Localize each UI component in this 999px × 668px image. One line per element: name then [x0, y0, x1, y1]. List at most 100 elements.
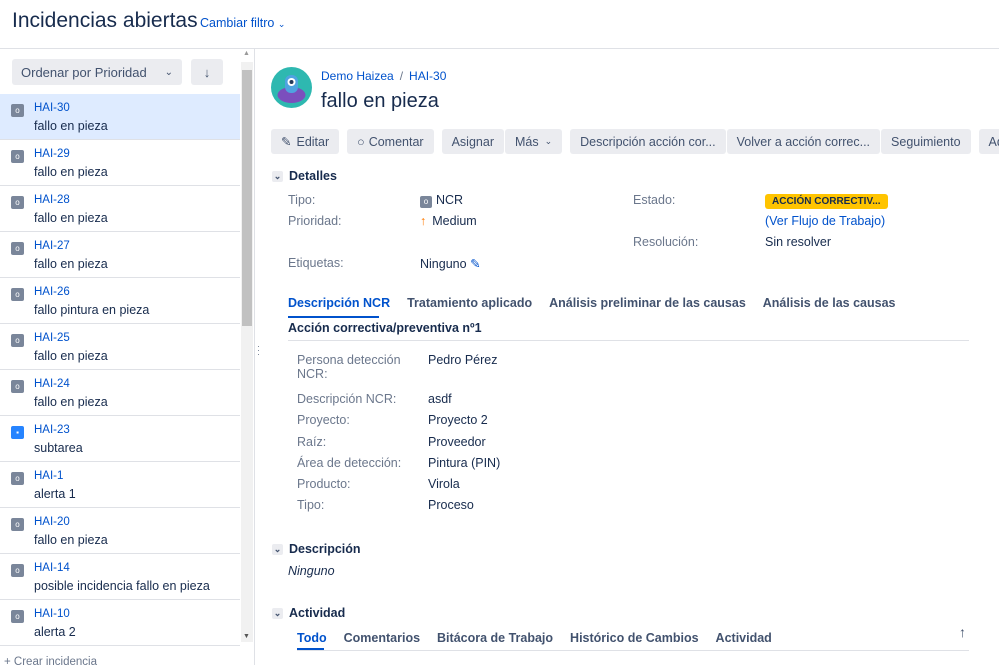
sort-direction-button[interactable]: ↓: [191, 59, 223, 85]
tab-3[interactable]: Análisis de las causas: [763, 296, 896, 310]
project-avatar: [271, 67, 312, 108]
issue-key[interactable]: HAI-20: [34, 516, 70, 528]
issue-key[interactable]: HAI-29: [34, 148, 70, 160]
tab-2[interactable]: Análisis preliminar de las causas: [549, 296, 746, 310]
issue-list-item[interactable]: o HAI-26 fallo pintura en pieza: [0, 278, 240, 324]
resolution-label: Resolución:: [633, 235, 699, 249]
more-button[interactable]: Más ⌄: [504, 129, 563, 154]
field-label: Tipo:: [297, 498, 325, 513]
activity-tab-2[interactable]: Bitácora de Trabajo: [437, 631, 553, 645]
field-row: Proyecto: Proyecto 2: [297, 413, 697, 434]
issue-summary: alerta 1: [34, 487, 76, 501]
breadcrumb-separator: /: [399, 69, 404, 83]
chevron-down-icon: ⌄: [272, 607, 283, 619]
issue-list-item[interactable]: o HAI-25 fallo en pieza: [0, 324, 240, 370]
issue-summary: fallo en pieza: [34, 165, 108, 179]
edit-button[interactable]: ✎ Editar: [271, 129, 340, 154]
assign-button[interactable]: Asignar: [441, 129, 504, 154]
issue-key[interactable]: HAI-27: [34, 240, 70, 252]
tab-1[interactable]: Tratamiento aplicado: [407, 296, 532, 310]
scroll-up-icon[interactable]: ▲: [243, 50, 250, 57]
subtask-icon: ▪: [11, 426, 24, 439]
activity-tab-4[interactable]: Actividad: [716, 631, 772, 645]
field-label: Producto:: [297, 477, 351, 492]
chevron-down-icon: ⌄: [272, 543, 283, 555]
issue-list-item[interactable]: o HAI-29 fallo en pieza: [0, 140, 240, 186]
field-row: Tipo: Proceso: [297, 498, 697, 519]
transition-button-descripcion[interactable]: Descripción acción cor...: [570, 129, 726, 154]
priority-label: Prioridad:: [288, 214, 342, 228]
resize-handle[interactable]: · · ·: [257, 342, 260, 359]
create-issue-link[interactable]: + Crear incidencia: [4, 656, 97, 668]
issue-key[interactable]: HAI-14: [34, 562, 70, 574]
details-section-toggle[interactable]: ⌄ Detalles: [272, 169, 337, 183]
subheading: Acción correctiva/preventiva nº1: [288, 321, 482, 335]
issue-list: o HAI-30 fallo en pieza o HAI-29 fallo en pie…: [0, 94, 240, 646]
ncr-icon: o: [11, 564, 24, 577]
issue-summary: fallo en pieza: [34, 119, 108, 133]
issue-list-item[interactable]: o HAI-14 posible incidencia fallo en pieza: [0, 554, 240, 600]
issue-key[interactable]: HAI-28: [34, 194, 70, 206]
issue-key[interactable]: HAI-30: [34, 102, 70, 114]
issue-key[interactable]: HAI-26: [34, 286, 70, 298]
issue-key[interactable]: HAI-25: [34, 332, 70, 344]
change-filter-link[interactable]: Cambiar filtro ⌄: [200, 16, 285, 30]
issue-summary: fallo en pieza: [34, 257, 108, 271]
arrow-down-icon: ↓: [203, 64, 211, 80]
issue-toolbar: ✎ Editar ○ Comentar Asignar Más ⌄ Descripció…: [271, 129, 999, 154]
type-value: o NCR: [420, 193, 463, 208]
sort-order-arrow-up-icon[interactable]: ↑: [959, 624, 966, 640]
ncr-icon: o: [11, 380, 24, 393]
issue-summary: fallo pintura en pieza: [34, 303, 150, 317]
issue-summary: fallo en pieza: [34, 349, 108, 363]
chevron-down-icon: ⌄: [544, 136, 553, 146]
issue-key[interactable]: HAI-10: [34, 608, 70, 620]
description-section-toggle[interactable]: ⌄ Descripción: [272, 542, 361, 556]
transition-button-seguimiento[interactable]: Seguimiento: [881, 129, 971, 154]
issue-list-item[interactable]: o HAI-1 alerta 1: [0, 462, 240, 508]
custom-fields: Persona detección NCR: Pedro Pérez Descrip…: [297, 353, 697, 520]
ncr-icon: o: [11, 472, 24, 485]
issue-list-item[interactable]: ▪ HAI-23 subtarea: [0, 416, 240, 462]
scrollbar-thumb[interactable]: [242, 70, 252, 326]
issue-list-item[interactable]: o HAI-24 fallo en pieza: [0, 370, 240, 416]
description-value: Ninguno: [288, 564, 335, 578]
divider: [288, 340, 969, 341]
transition-button-administ[interactable]: Administ: [978, 129, 999, 154]
issue-key[interactable]: HAI-23: [34, 424, 70, 436]
chevron-down-icon: ⌄: [277, 19, 286, 29]
field-value: Proveedor: [428, 434, 486, 449]
status-badge[interactable]: ACCIÓN CORRECTIV...: [765, 194, 888, 209]
issue-key[interactable]: HAI-24: [34, 378, 70, 390]
labels-label: Etiquetas:: [288, 256, 344, 270]
activity-section-toggle[interactable]: ⌄ Actividad: [272, 606, 345, 620]
ncr-icon: o: [11, 150, 24, 163]
type-label: Tipo:: [288, 193, 316, 207]
transition-button-volver[interactable]: Volver a acción correc...: [726, 129, 881, 154]
issue-summary: fallo en pieza: [34, 533, 108, 547]
activity-tab-3[interactable]: Histórico de Cambios: [570, 631, 699, 645]
comment-button[interactable]: ○ Comentar: [347, 129, 434, 154]
issue-list-item[interactable]: o HAI-30 fallo en pieza: [0, 94, 240, 140]
issue-list-item[interactable]: o HAI-20 fallo en pieza: [0, 508, 240, 554]
activity-tab-0[interactable]: Todo: [297, 631, 327, 645]
issue-summary: posible incidencia fallo en pieza: [34, 579, 210, 593]
issue-key[interactable]: HAI-1: [34, 470, 63, 482]
issue-list-item[interactable]: o HAI-27 fallo en pieza: [0, 232, 240, 278]
sort-select[interactable]: Ordenar por Prioridad ⌄: [12, 59, 182, 85]
pencil-icon[interactable]: ✎: [470, 257, 480, 271]
issue-list-item[interactable]: o HAI-10 alerta 2: [0, 600, 240, 646]
priority-text: Medium: [432, 214, 477, 228]
priority-medium-icon: ↑: [420, 214, 427, 228]
field-label: Proyecto:: [297, 413, 350, 428]
scroll-down-icon[interactable]: ▼: [243, 633, 250, 640]
field-row: Descripción NCR: asdf: [297, 392, 697, 413]
activity-tab-1[interactable]: Comentarios: [344, 631, 420, 645]
breadcrumb-issue-key[interactable]: HAI-30: [409, 69, 446, 83]
breadcrumb-project[interactable]: Demo Haizea: [321, 69, 394, 83]
tab-0[interactable]: Descripción NCR: [288, 296, 390, 310]
view-workflow-link[interactable]: (Ver Flujo de Trabajo): [765, 214, 885, 228]
change-filter-label: Cambiar filtro: [200, 16, 275, 30]
field-label: Raíz:: [297, 434, 327, 449]
issue-list-item[interactable]: o HAI-28 fallo en pieza: [0, 186, 240, 232]
